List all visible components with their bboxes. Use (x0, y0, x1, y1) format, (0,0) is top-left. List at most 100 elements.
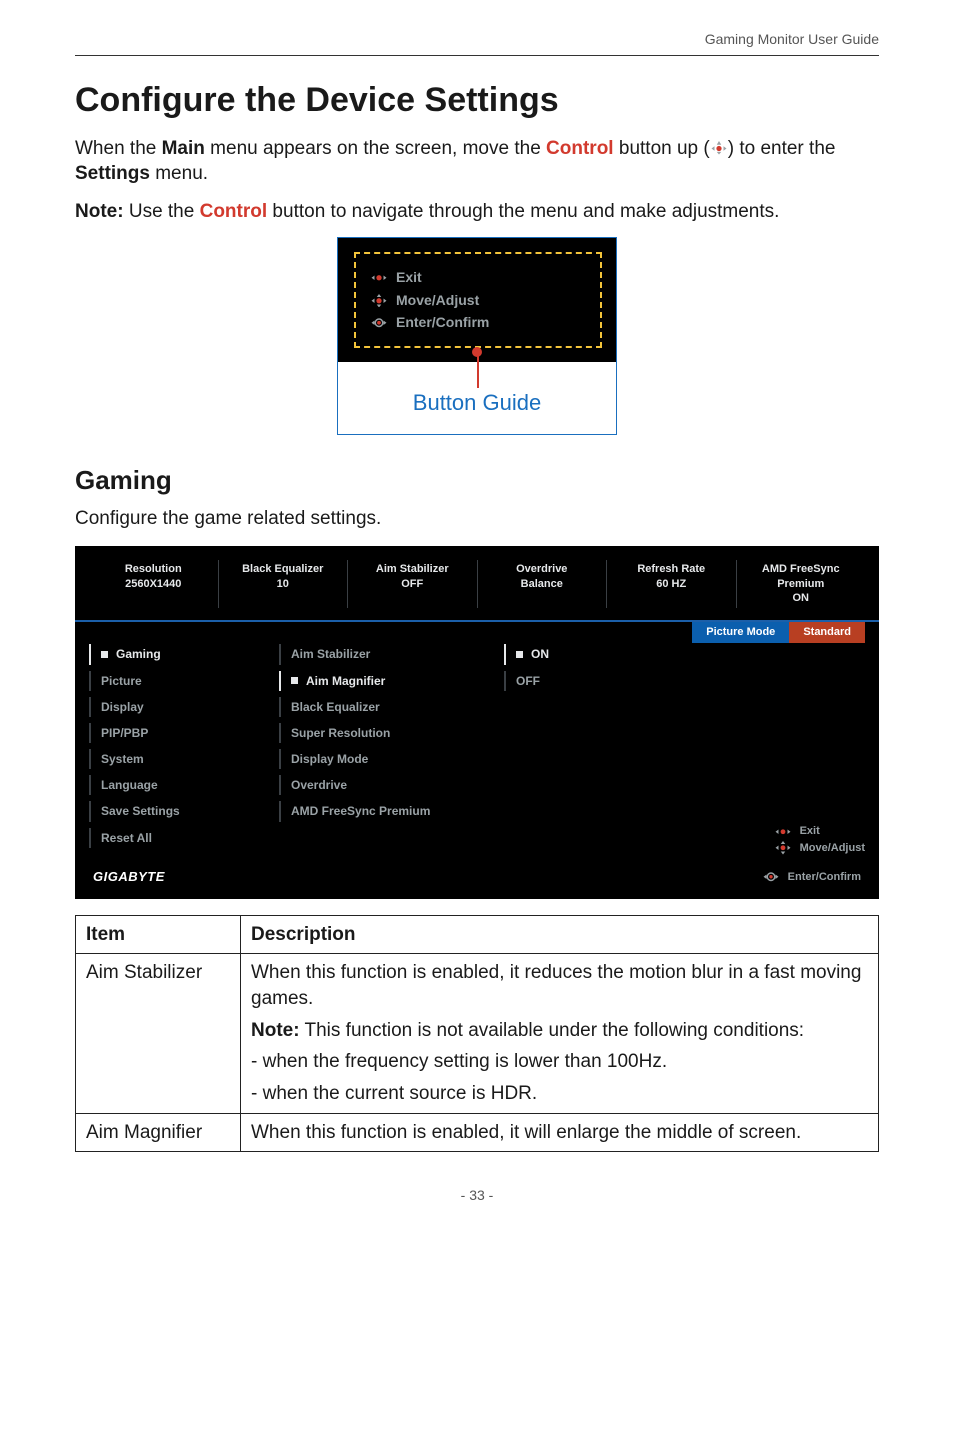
th-item: Item (76, 915, 241, 954)
osd-hint-enter: Enter/Confirm (762, 870, 861, 885)
label: Enter/Confirm (788, 870, 861, 885)
label: Reset All (101, 830, 152, 846)
menu-item-pip-pbp: PIP/PBP (89, 723, 279, 743)
control-word: Control (546, 138, 614, 159)
button-guide-dark: Exit Move/Adjust Enter/Confirm (338, 238, 616, 363)
td-description: When this function is enabled, it reduce… (241, 954, 879, 1113)
joystick-up-icon (710, 137, 728, 151)
label: ON (531, 646, 549, 662)
value: 10 (225, 577, 342, 592)
label: Super Resolution (291, 725, 390, 741)
hint-enter-label: Enter/Confirm (396, 313, 489, 332)
text: When the (75, 138, 162, 159)
joystick-press-icon (370, 316, 388, 330)
td-item: Aim Stabilizer (76, 954, 241, 1113)
menu-item-language: Language (89, 775, 279, 795)
selected-marker-icon (516, 651, 523, 658)
submenu-aim-magnifier: Aim Magnifier (279, 671, 504, 691)
osd-top-refresh-rate: Refresh Rate60 HZ (607, 560, 737, 609)
value: OFF (354, 577, 471, 592)
table-row: Aim Magnifier When this function is enab… (76, 1113, 879, 1152)
description-table: Item Description Aim Stabilizer When thi… (75, 915, 879, 1152)
selected-marker-icon (101, 651, 108, 658)
osd-top-aim-stabilizer: Aim StabilizerOFF (348, 560, 478, 609)
label: Exit (800, 824, 820, 839)
osd-hint-stack: Exit Move/Adjust (774, 822, 865, 858)
value: Balance (484, 577, 601, 592)
label: Black Equalizer (291, 699, 380, 715)
text: ) to enter the (728, 138, 836, 159)
label: Aim Stabilizer (354, 562, 471, 577)
label: Overdrive (291, 777, 347, 793)
value: ON (743, 591, 860, 606)
label: Resolution (95, 562, 212, 577)
header-rule (75, 55, 879, 56)
text: This function is not available under the… (300, 1020, 805, 1041)
main-word: Main (162, 138, 205, 159)
osd-top-row: Resolution2560X1440 Black Equalizer10 Ai… (75, 556, 879, 621)
menu-item-display: Display (89, 697, 279, 717)
menu-item-reset-all: Reset All (89, 828, 279, 848)
intro-block: When the Main menu appears on the screen… (75, 136, 879, 225)
page-title: Configure the Device Settings (75, 78, 879, 124)
label: Gaming (116, 646, 161, 662)
text: Use the (124, 201, 200, 222)
option-off: OFF (504, 671, 654, 691)
value: 2560X1440 (95, 577, 212, 592)
label: Aim Stabilizer (291, 646, 370, 662)
label: Aim Magnifier (306, 673, 385, 689)
menu-item-gaming: Gaming (89, 644, 279, 664)
label: Black Equalizer (225, 562, 342, 577)
osd-footer: GIGABYTE Enter/Confirm (75, 862, 879, 899)
callout-line (477, 352, 479, 388)
bullet: - when the current source is HDR. (251, 1081, 868, 1107)
label: Display (101, 699, 144, 715)
text: Note: This function is not available und… (251, 1018, 868, 1044)
control-word: Control (200, 201, 268, 222)
osd-body: Picture Mode Standard Gaming Picture Dis… (75, 622, 879, 862)
submenu-super-resolution: Super Resolution (279, 723, 504, 743)
bullet: - when the frequency setting is lower th… (251, 1049, 868, 1075)
label: AMD FreeSync Premium (743, 562, 860, 592)
osd-hint-move: Move/Adjust (774, 841, 865, 856)
hint-exit: Exit (370, 268, 590, 287)
label: Language (101, 777, 158, 793)
note-label: Note: (75, 201, 124, 222)
submenu-black-equalizer: Black Equalizer (279, 697, 504, 717)
gaming-heading: Gaming (75, 463, 879, 498)
joystick-press-icon (762, 870, 780, 884)
osd-right-pane: Exit Move/Adjust (654, 622, 865, 862)
text: When this function is enabled, it will e… (251, 1120, 868, 1146)
osd-menu-col1: Gaming Picture Display PIP/PBP System La… (89, 622, 279, 862)
selected-marker-icon (291, 677, 298, 684)
label: Refresh Rate (613, 562, 730, 577)
label: PIP/PBP (101, 725, 148, 741)
running-head: Gaming Monitor User Guide (75, 30, 879, 49)
button-guide-caption-area: Button Guide (338, 362, 616, 434)
osd-screenshot: Resolution2560X1440 Black Equalizer10 Ai… (75, 546, 879, 899)
osd-menu-col2: Aim Stabilizer Aim Magnifier Black Equal… (279, 622, 504, 862)
joystick-left-icon (370, 270, 388, 284)
button-guide-figure: Exit Move/Adjust Enter/Confirm Button Gu… (337, 237, 617, 435)
label: Picture (101, 673, 142, 689)
joystick-all-icon (370, 293, 388, 307)
note-label: Note: (251, 1020, 300, 1041)
text: When this function is enabled, it reduce… (251, 960, 868, 1011)
th-description: Description (241, 915, 879, 954)
hint-exit-label: Exit (396, 268, 422, 287)
page-number: - 33 - (75, 1186, 879, 1205)
submenu-aim-stabilizer: Aim Stabilizer (279, 644, 504, 664)
osd-top-freesync: AMD FreeSync PremiumON (737, 560, 866, 609)
hint-move-adjust: Move/Adjust (370, 291, 590, 310)
submenu-display-mode: Display Mode (279, 749, 504, 769)
button-guide-caption: Button Guide (338, 388, 616, 418)
option-on: ON (504, 644, 654, 664)
menu-item-system: System (89, 749, 279, 769)
label: OFF (516, 673, 540, 689)
submenu-overdrive: Overdrive (279, 775, 504, 795)
hint-move-label: Move/Adjust (396, 291, 479, 310)
osd-top-black-equalizer: Black Equalizer10 (219, 560, 349, 609)
text: button to navigate through the menu and … (267, 201, 779, 222)
td-item: Aim Magnifier (76, 1113, 241, 1152)
joystick-left-icon (774, 825, 792, 839)
